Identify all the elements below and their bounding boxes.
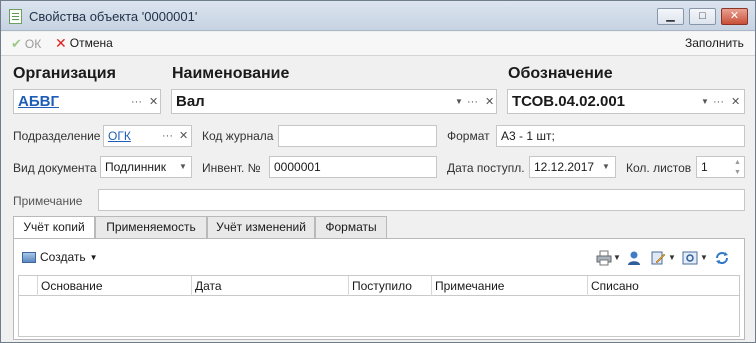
grid-header: Основание Дата Поступило Примечание Спис…	[19, 276, 739, 296]
name-value: Вал	[176, 93, 205, 110]
edit-document-icon[interactable]	[650, 250, 666, 266]
print-dropdown-icon[interactable]: ▼	[613, 253, 621, 262]
designation-value: ТСОВ.04.02.001	[512, 93, 626, 110]
ellipsis-icon[interactable]: ···	[467, 96, 478, 108]
inventory-number-value: 0000001	[274, 160, 321, 174]
inventory-number-label: Инвент. №	[202, 161, 261, 175]
designation-field[interactable]: ТСОВ.04.02.001 ▼ ··· ✕	[507, 89, 745, 114]
create-icon	[22, 251, 36, 263]
check-icon: ✔	[11, 36, 22, 51]
doc-type-label: Вид документа	[13, 161, 97, 175]
cancel-button[interactable]: ✕ Отмена	[55, 36, 113, 50]
column-written-off[interactable]: Списано	[587, 276, 739, 296]
journal-code-label: Код журнала	[202, 129, 274, 143]
sheet-count-value: 1	[701, 160, 708, 174]
column-received[interactable]: Поступило	[348, 276, 431, 296]
tab-formats[interactable]: Форматы	[315, 216, 387, 238]
doc-type-value: Подлинник	[105, 160, 166, 174]
minimize-button[interactable]: ▁	[657, 8, 684, 25]
refresh-icon[interactable]	[714, 250, 730, 266]
sheet-count-stepper[interactable]: 1 ▲ ▼	[696, 156, 745, 178]
format-label: Формат	[447, 129, 490, 143]
ellipsis-icon[interactable]: ···	[162, 130, 173, 142]
view-dropdown-icon[interactable]: ▼	[700, 253, 708, 262]
print-icon[interactable]	[596, 250, 612, 266]
column-date[interactable]: Дата	[191, 276, 348, 296]
column-basis[interactable]: Основание	[37, 276, 191, 296]
dropdown-arrow-icon[interactable]: ▼	[179, 161, 187, 173]
designation-label: Обозначение	[508, 65, 613, 82]
toolbar: ✔ ОК ✕ Отмена Заполнить	[1, 32, 755, 56]
received-date-field[interactable]: 12.12.2017 ▼	[529, 156, 616, 178]
format-field[interactable]: А3 - 1 шт;	[496, 125, 745, 147]
sheet-count-label: Кол. листов	[626, 161, 692, 175]
clear-icon[interactable]: ✕	[149, 96, 158, 108]
note-label: Примечание	[13, 194, 83, 208]
name-field[interactable]: Вал ▼ ··· ✕	[171, 89, 497, 114]
window-title: Свойства объекта '0000001'	[29, 9, 198, 24]
journal-code-input[interactable]	[278, 125, 437, 147]
tab-changes[interactable]: Учёт изменений	[207, 216, 315, 238]
organization-value[interactable]: АБВГ	[18, 93, 59, 110]
subdivision-label: Подразделение	[13, 129, 101, 143]
spin-down-icon[interactable]: ▼	[734, 167, 741, 179]
clear-icon[interactable]: ✕	[731, 96, 740, 108]
fill-button[interactable]: Заполнить	[685, 36, 744, 50]
copies-grid: Основание Дата Поступило Примечание Спис…	[18, 275, 740, 337]
view-icon[interactable]	[682, 250, 698, 266]
subdivision-value[interactable]: ОГК	[108, 129, 131, 143]
ellipsis-icon[interactable]: ···	[713, 96, 724, 108]
tab-applicability[interactable]: Применяемость	[95, 216, 207, 238]
name-label: Наименование	[172, 65, 290, 82]
received-date-label: Дата поступл.	[447, 161, 525, 175]
column-note[interactable]: Примечание	[431, 276, 587, 296]
note-input[interactable]	[98, 189, 745, 211]
ok-button[interactable]: ✔ ОК	[11, 36, 41, 52]
copies-panel: Создать ▼ ▼ ▼ ▼ Основание Дата Поступило…	[13, 238, 745, 340]
ellipsis-icon[interactable]: ···	[131, 96, 142, 108]
dropdown-arrow-icon: ▼	[89, 252, 98, 262]
dropdown-arrow-icon[interactable]: ▼	[701, 96, 709, 108]
edit-dropdown-icon[interactable]: ▼	[668, 253, 676, 262]
subdivision-field[interactable]: ОГК ··· ✕	[103, 125, 192, 147]
clear-icon[interactable]: ✕	[485, 96, 494, 108]
doc-type-select[interactable]: Подлинник ▼	[100, 156, 192, 178]
inventory-number-input[interactable]: 0000001	[269, 156, 437, 178]
document-icon	[9, 9, 22, 24]
panel-toolbar: Создать ▼ ▼ ▼ ▼	[14, 247, 744, 269]
clear-icon[interactable]: ✕	[179, 130, 188, 142]
received-date-value: 12.12.2017	[534, 160, 595, 174]
create-button[interactable]: Создать ▼	[22, 250, 98, 264]
title-bar[interactable]: Свойства объекта '0000001' ▁ □ ✕	[1, 1, 755, 31]
format-value: А3 - 1 шт;	[501, 129, 555, 143]
user-icon[interactable]	[626, 250, 642, 266]
organization-field[interactable]: АБВГ ··· ✕	[13, 89, 161, 114]
tab-copies[interactable]: Учёт копий	[13, 216, 95, 239]
cancel-x-icon: ✕	[55, 35, 67, 51]
organization-label: Организация	[13, 65, 116, 82]
close-button[interactable]: ✕	[721, 8, 748, 25]
properties-window: Свойства объекта '0000001' ▁ □ ✕ ✔ ОК ✕ …	[0, 0, 756, 343]
maximize-button[interactable]: □	[689, 8, 716, 25]
calendar-dropdown-icon[interactable]: ▼	[602, 161, 610, 173]
dropdown-arrow-icon[interactable]: ▼	[455, 96, 463, 108]
